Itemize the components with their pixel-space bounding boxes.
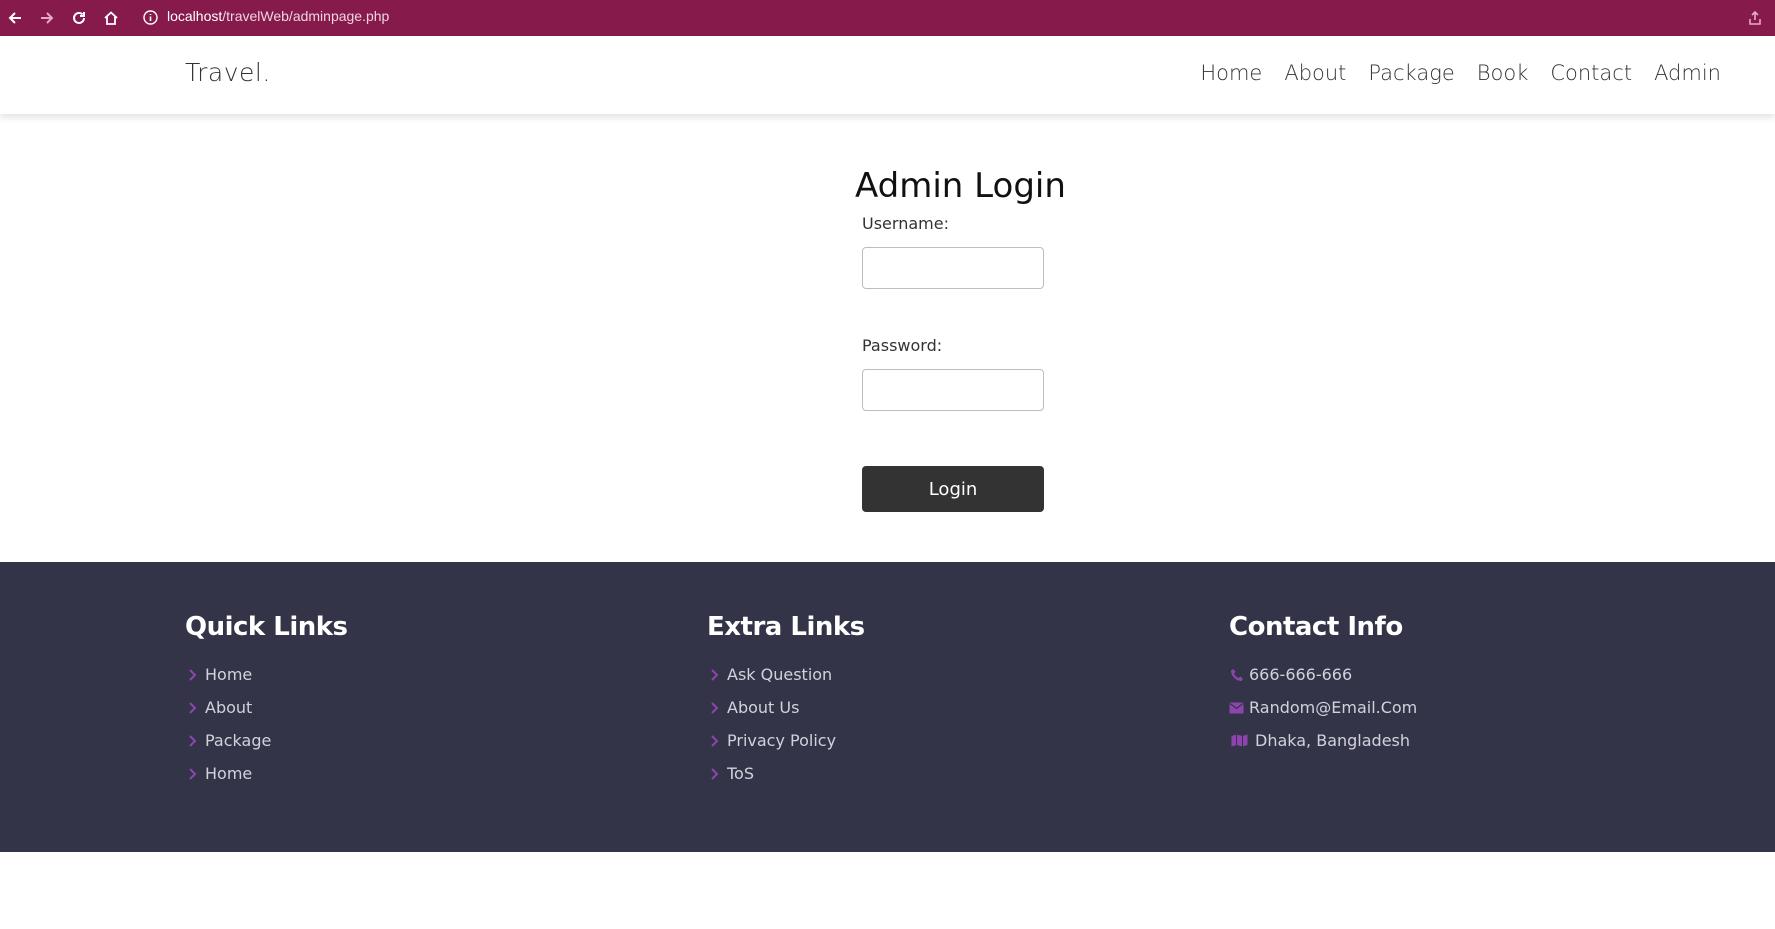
quick-links-title: Quick Links <box>185 612 348 642</box>
share-button[interactable] <box>1744 7 1766 29</box>
chevron-right-icon <box>185 733 200 748</box>
share-icon <box>1749 10 1761 25</box>
nav-admin[interactable]: Admin <box>1654 61 1721 85</box>
arrow-right-icon <box>41 12 54 24</box>
phone-icon <box>1229 667 1244 682</box>
contact-email-value: Random@Email.Com <box>1249 698 1418 717</box>
chevron-right-icon <box>707 766 722 781</box>
contact-phone: 666-666-666 <box>1229 658 1417 691</box>
extra-link-label: About Us <box>727 698 800 717</box>
address-bar[interactable]: localhost/travelWeb/adminpage.php <box>167 8 389 24</box>
contact-email: Random@Email.Com <box>1229 691 1417 724</box>
chevron-right-icon <box>185 667 200 682</box>
nav-contact[interactable]: Contact <box>1550 61 1632 85</box>
chevron-right-icon <box>707 700 722 715</box>
reload-button[interactable] <box>68 7 90 29</box>
site-header: Travel. Home About Package Book Contact … <box>0 36 1775 114</box>
contact-info-title: Contact Info <box>1229 612 1403 642</box>
footer-quick-links: Quick Links Home About Package Home <box>185 612 348 790</box>
quick-link-about[interactable]: About <box>185 691 348 724</box>
quick-link-label: Package <box>205 731 272 750</box>
quick-link-package[interactable]: Package <box>185 724 348 757</box>
quick-link-label: Home <box>205 764 253 783</box>
extra-link-ask-question[interactable]: Ask Question <box>707 658 865 691</box>
map-icon <box>1229 733 1249 748</box>
password-label: Password: <box>862 336 943 355</box>
quick-link-label: Home <box>205 665 253 684</box>
quick-link-home-2[interactable]: Home <box>185 757 348 790</box>
quick-link-label: About <box>205 698 253 717</box>
envelope-icon <box>1229 700 1244 715</box>
username-label: Username: <box>862 214 949 233</box>
forward-button[interactable] <box>36 7 58 29</box>
arrow-left-icon <box>8 12 21 24</box>
extra-link-about-us[interactable]: About Us <box>707 691 865 724</box>
chevron-right-icon <box>185 700 200 715</box>
info-icon[interactable] <box>142 9 159 26</box>
footer-extra-links: Extra Links Ask Question About Us Privac… <box>707 612 865 790</box>
extra-link-label: Privacy Policy <box>727 731 837 750</box>
site-logo[interactable]: Travel. <box>185 58 271 87</box>
reload-icon <box>73 11 85 24</box>
contact-address-value: Dhaka, Bangladesh <box>1255 731 1411 750</box>
home-icon <box>104 11 118 25</box>
quick-link-home[interactable]: Home <box>185 658 348 691</box>
back-button[interactable] <box>4 7 26 29</box>
extra-link-privacy-policy[interactable]: Privacy Policy <box>707 724 865 757</box>
contact-phone-value: 666-666-666 <box>1249 665 1353 684</box>
url-path: /travelWeb/adminpage.php <box>222 8 390 24</box>
chevron-right-icon <box>707 667 722 682</box>
footer-contact-info: Contact Info 666-666-666 Random@Email.Co… <box>1229 612 1417 757</box>
nav-package[interactable]: Package <box>1368 61 1454 85</box>
nav-about[interactable]: About <box>1284 61 1346 85</box>
browser-toolbar: localhost/travelWeb/adminpage.php <box>0 0 1775 36</box>
footer: Quick Links Home About Package Home Extr… <box>0 562 1775 852</box>
main-nav: Home About Package Book Contact Admin <box>1200 61 1721 85</box>
login-button[interactable]: Login <box>862 466 1044 512</box>
chevron-right-icon <box>185 766 200 781</box>
username-input[interactable] <box>862 247 1044 289</box>
extra-link-label: Ask Question <box>727 665 833 684</box>
extra-link-tos[interactable]: ToS <box>707 757 865 790</box>
url-host: localhost <box>167 8 223 24</box>
chevron-right-icon <box>707 733 722 748</box>
login-title: Admin Login <box>855 166 1066 206</box>
contact-address: Dhaka, Bangladesh <box>1229 724 1417 757</box>
extra-link-label: ToS <box>727 764 754 783</box>
nav-book[interactable]: Book <box>1477 61 1529 85</box>
nav-home[interactable]: Home <box>1200 61 1262 85</box>
home-button[interactable] <box>100 7 122 29</box>
extra-links-title: Extra Links <box>707 612 865 642</box>
password-input[interactable] <box>862 369 1044 411</box>
